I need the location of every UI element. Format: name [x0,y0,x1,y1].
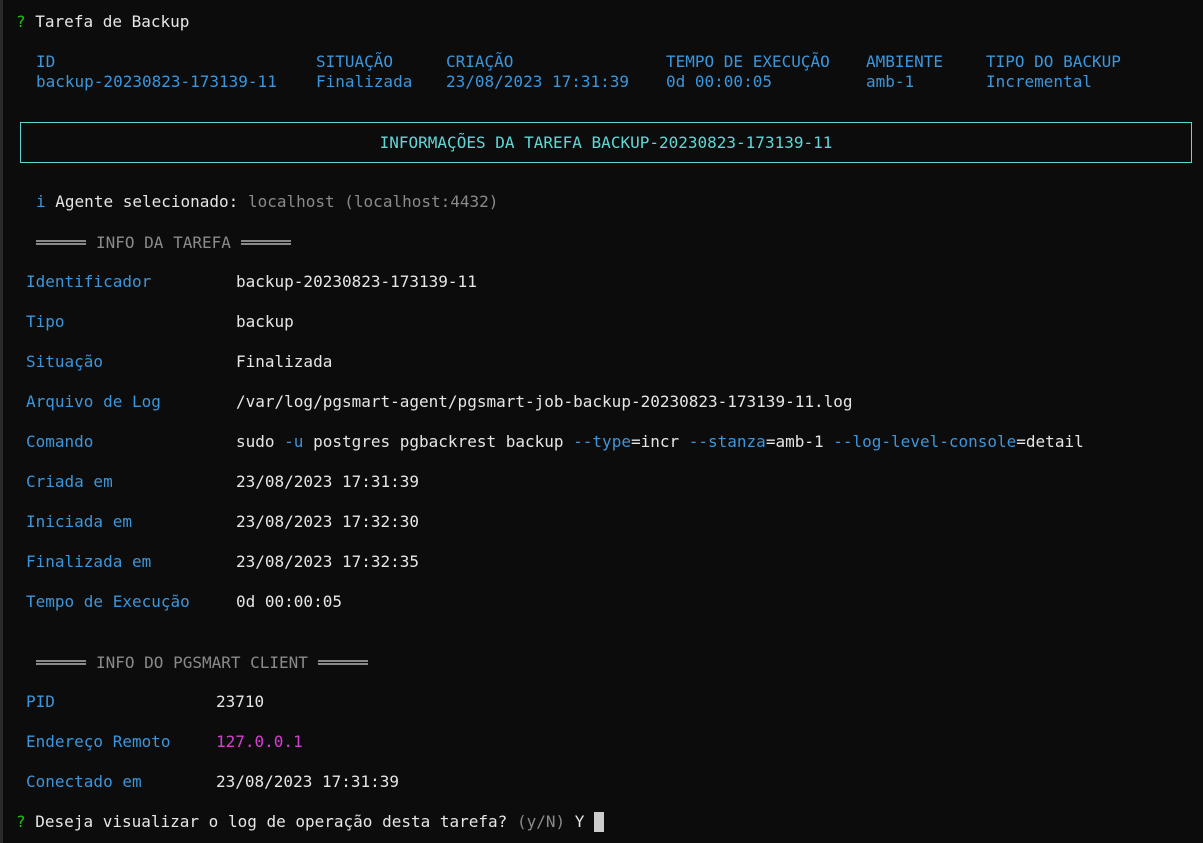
task-value-command: sudo -u postgres pgbackrest backup --typ… [236,432,1084,452]
prompt-title: ? Tarefa de Backup [16,12,189,32]
command-flag: -u [284,432,304,451]
task-label-started-at: Iniciada em [26,512,132,531]
task-label-status: Situação [26,352,104,371]
task-value-type: backup [236,312,294,331]
client-label-remote-address: Endereço Remoto [26,732,171,751]
text-cursor [594,812,605,832]
section-rule-left [36,239,86,245]
summary-value-created: 23/08/2023 17:31:39 [446,72,630,91]
summary-value-id: backup-20230823-173139-11 [36,72,277,91]
summary-header-duration: TEMPO DE EXECUÇÃO [666,52,830,71]
command-part: =amb-1 [765,432,834,451]
task-label-finished-at: Finalizada em [26,552,152,571]
section-rule-right [317,659,368,665]
task-value-duration: 0d 00:00:05 [236,592,342,611]
task-label-duration: Tempo de Execução [26,592,190,611]
task-value-finished-at: 23/08/2023 17:32:35 [236,552,420,571]
command-flag: --log-level-console [833,432,1017,451]
client-value-connected-at: 23/08/2023 17:31:39 [216,772,400,791]
task-label-identifier: Identificador [26,272,152,291]
task-info-title: INFORMAÇÕES DA TAREFA BACKUP-20230823-17… [379,133,833,152]
client-section-heading: INFO DO PGSMART CLIENT [36,652,368,672]
summary-header-status: SITUAÇÃO [316,52,394,71]
command-part: =incr [630,432,689,451]
summary-header-environment: AMBIENTE [866,52,944,71]
task-value-started-at: 23/08/2023 17:32:30 [236,512,420,531]
client-label-connected-at: Conectado em [26,772,142,791]
client-value-remote-address: 127.0.0.1 [216,732,303,751]
confirm-question-text: Deseja visualizar o log de operação dest… [35,812,508,831]
task-label-command: Comando [26,432,94,451]
summary-value-duration: 0d 00:00:05 [666,72,772,91]
summary-header-created: CRIAÇÃO [446,52,514,71]
section-rule-left [36,659,86,665]
task-info-title-box: INFORMAÇÕES DA TAREFA BACKUP-20230823-17… [20,122,1192,163]
command-part: postgres pgbackrest backup [303,432,574,451]
prompt-title-text: Tarefa de Backup [35,12,190,31]
client-label-pid: PID [26,692,55,711]
summary-value-status: Finalizada [316,72,413,91]
client-value-pid: 23710 [216,692,265,711]
task-value-status: Finalizada [236,352,333,371]
task-value-identifier: backup-20230823-173139-11 [236,272,477,291]
agent-value: localhost (localhost:4432) [247,192,499,211]
task-label-created-at: Criada em [26,472,113,491]
task-value-log-file: /var/log/pgsmart-agent/pgsmart-job-backu… [236,392,853,411]
agent-label: Agente selecionado: [55,192,239,211]
command-flag: --stanza [688,432,766,451]
info-icon: i [36,192,46,211]
task-section-heading: INFO DA TAREFA [36,232,291,252]
confirm-prompt[interactable]: ? Deseja visualizar o log de operação de… [16,812,605,832]
task-label-log-file: Arquivo de Log [26,392,161,411]
agent-line: i Agente selecionado: localhost (localho… [36,192,498,212]
summary-header-backup-type: TIPO DO BACKUP [986,52,1121,71]
task-label-type: Tipo [26,312,65,331]
section-rule-right [240,239,291,245]
task-value-created-at: 23/08/2023 17:31:39 [236,472,420,491]
prompt-question-mark: ? [16,12,26,31]
client-section-title: INFO DO PGSMART CLIENT [96,652,308,672]
summary-value-backup-type: Incremental [986,72,1092,91]
task-section-title: INFO DA TAREFA [96,232,231,252]
summary-value-environment: amb-1 [866,72,915,91]
command-part: sudo [236,432,285,451]
command-part: =detail [1016,432,1084,451]
summary-header-id: ID [36,52,56,71]
confirm-hint: (y/N) [516,812,566,831]
prompt-question-mark: ? [16,812,26,831]
confirm-answer-input[interactable]: Y [575,812,585,831]
command-flag: --type [573,432,631,451]
terminal-window: ? Tarefa de Backup ID SITUAÇÃO CRIAÇÃO T… [0,0,1203,843]
